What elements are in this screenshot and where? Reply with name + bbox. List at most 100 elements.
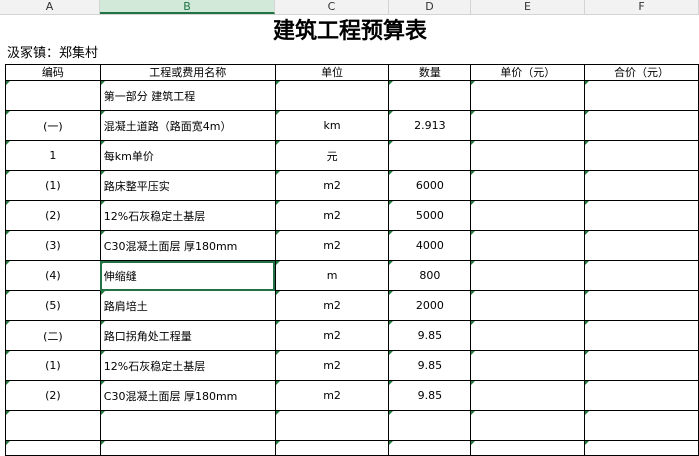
cell-unit[interactable]: m2 bbox=[274, 380, 390, 411]
cell-code[interactable]: 1 bbox=[5, 140, 101, 171]
cell-unit-price[interactable] bbox=[470, 170, 586, 201]
cell-quantity[interactable]: 4000 bbox=[388, 230, 472, 261]
header-quantity[interactable]: 数量 bbox=[388, 64, 472, 81]
cell-code[interactable]: (4) bbox=[5, 260, 101, 291]
cell-total-price[interactable] bbox=[584, 200, 699, 231]
cell-unit-price[interactable] bbox=[470, 200, 586, 231]
cell-code[interactable]: (一) bbox=[5, 110, 101, 141]
cell-code[interactable]: (1) bbox=[5, 170, 101, 201]
cell-quantity[interactable] bbox=[388, 410, 472, 441]
cell-name[interactable]: 每km单价 bbox=[99, 140, 276, 171]
cell-unit-price[interactable] bbox=[470, 410, 586, 441]
cell-total-price[interactable] bbox=[584, 80, 699, 111]
cell-code[interactable] bbox=[5, 440, 101, 456]
cell-unit[interactable]: m2 bbox=[274, 350, 390, 381]
cell-total-price[interactable] bbox=[584, 140, 699, 171]
cell-unit[interactable]: m2 bbox=[274, 170, 390, 201]
cell-name[interactable]: 路口拐角处工程量 bbox=[99, 320, 276, 351]
cell-unit-price[interactable] bbox=[470, 110, 586, 141]
cell-code[interactable]: (二) bbox=[5, 320, 101, 351]
cell-unit-price[interactable] bbox=[470, 380, 586, 411]
cell-quantity[interactable]: 2.913 bbox=[388, 110, 472, 141]
column-header-f[interactable]: F bbox=[585, 0, 699, 14]
cell-total-price[interactable] bbox=[584, 170, 699, 201]
cell-name[interactable]: C30混凝土面层 厚180mm bbox=[99, 230, 276, 261]
cell-name[interactable]: 12%石灰稳定土基层 bbox=[99, 200, 276, 231]
column-header-b[interactable]: B bbox=[100, 0, 275, 14]
cell-unit[interactable] bbox=[274, 410, 390, 441]
cell-name[interactable]: 路肩培土 bbox=[99, 290, 276, 321]
cell-quantity[interactable]: 6000 bbox=[388, 170, 472, 201]
cell-marker-icon bbox=[389, 381, 394, 385]
cell-name[interactable]: 混凝土道路（路面宽4m） bbox=[99, 110, 276, 141]
column-header-e[interactable]: E bbox=[471, 0, 585, 14]
cell-unit[interactable] bbox=[274, 440, 390, 456]
header-total-price[interactable]: 合价（元） bbox=[584, 64, 699, 81]
cell-quantity[interactable]: 9.85 bbox=[388, 380, 472, 411]
cell-code[interactable]: (2) bbox=[5, 200, 101, 231]
header-unit[interactable]: 单位 bbox=[274, 64, 390, 81]
column-header-d[interactable]: D bbox=[389, 0, 471, 14]
cell-quantity[interactable]: 9.85 bbox=[388, 320, 472, 351]
cell-total-price[interactable] bbox=[584, 290, 699, 321]
cell-name[interactable]: C30混凝土面层 厚180mm bbox=[99, 380, 276, 411]
cell-total-price[interactable] bbox=[584, 350, 699, 381]
cell-code-text: (二) bbox=[43, 329, 63, 343]
header-unit-price[interactable]: 单价（元） bbox=[470, 64, 586, 81]
cell-quantity[interactable] bbox=[388, 140, 472, 171]
cell-code[interactable]: (3) bbox=[5, 230, 101, 261]
cell-unit[interactable]: m2 bbox=[274, 230, 390, 261]
cell-unit-price[interactable] bbox=[470, 320, 586, 351]
cell-quantity[interactable]: 2000 bbox=[388, 290, 472, 321]
cell-name[interactable]: 12%石灰稳定土基层 bbox=[99, 350, 276, 381]
cell-unit-price[interactable] bbox=[470, 80, 586, 111]
column-header-a[interactable]: A bbox=[0, 0, 100, 14]
cell-unit[interactable]: m2 bbox=[274, 290, 390, 321]
cell-unit-price[interactable] bbox=[470, 140, 586, 171]
cell-quantity[interactable]: 9.85 bbox=[388, 350, 472, 381]
cell-code[interactable]: (1) bbox=[5, 350, 101, 381]
cell-name[interactable] bbox=[99, 410, 276, 441]
cell-unit-price[interactable] bbox=[470, 350, 586, 381]
cell-unit[interactable]: km bbox=[274, 110, 390, 141]
cell-name-text: 每km单价 bbox=[103, 149, 154, 163]
town-label[interactable]: 汲冢镇：郑集村 bbox=[7, 45, 98, 63]
cell-code[interactable] bbox=[5, 410, 101, 441]
cell-unit-price[interactable] bbox=[470, 290, 586, 321]
cell-quantity[interactable]: 800 bbox=[388, 260, 472, 291]
cell-quantity-text: 2000 bbox=[415, 299, 444, 312]
cell-unit[interactable] bbox=[274, 80, 390, 111]
cell-total-price[interactable] bbox=[584, 320, 699, 351]
cell-total-price[interactable] bbox=[584, 440, 699, 456]
cell-unit-price[interactable] bbox=[470, 440, 586, 456]
column-header-c[interactable]: C bbox=[275, 0, 389, 14]
cell-unit-price[interactable] bbox=[470, 230, 586, 261]
cell-name[interactable]: 路床整平压实 bbox=[99, 170, 276, 201]
cell-unit[interactable]: m bbox=[274, 260, 390, 291]
sheet-title[interactable]: 建筑工程预算表 bbox=[100, 15, 600, 47]
cell-quantity[interactable] bbox=[388, 80, 472, 111]
cell-unit-price[interactable] bbox=[470, 260, 586, 291]
cell-code[interactable]: (2) bbox=[5, 380, 101, 411]
cell-marker-icon bbox=[389, 231, 394, 235]
cell-unit[interactable]: m2 bbox=[274, 200, 390, 231]
cell-quantity[interactable]: 5000 bbox=[388, 200, 472, 231]
cell-quantity-text: 9.85 bbox=[417, 329, 443, 342]
cell-total-price[interactable] bbox=[584, 380, 699, 411]
cell-marker-icon bbox=[585, 141, 590, 145]
cell-marker-icon bbox=[101, 261, 105, 265]
cell-unit[interactable]: m2 bbox=[274, 320, 390, 351]
header-code[interactable]: 编码 bbox=[5, 64, 101, 81]
cell-total-price[interactable] bbox=[584, 410, 699, 441]
cell-code[interactable]: (5) bbox=[5, 290, 101, 321]
cell-code[interactable] bbox=[5, 80, 101, 111]
cell-name[interactable]: 伸缩缝 bbox=[99, 260, 276, 291]
header-name[interactable]: 工程或费用名称 bbox=[99, 64, 276, 81]
cell-name[interactable]: 第一部分 建筑工程 bbox=[99, 80, 276, 111]
cell-unit[interactable]: 元 bbox=[274, 140, 390, 171]
cell-total-price[interactable] bbox=[584, 260, 699, 291]
cell-name[interactable] bbox=[99, 440, 276, 456]
cell-quantity[interactable] bbox=[388, 440, 472, 456]
cell-total-price[interactable] bbox=[584, 110, 699, 141]
cell-total-price[interactable] bbox=[584, 230, 699, 261]
